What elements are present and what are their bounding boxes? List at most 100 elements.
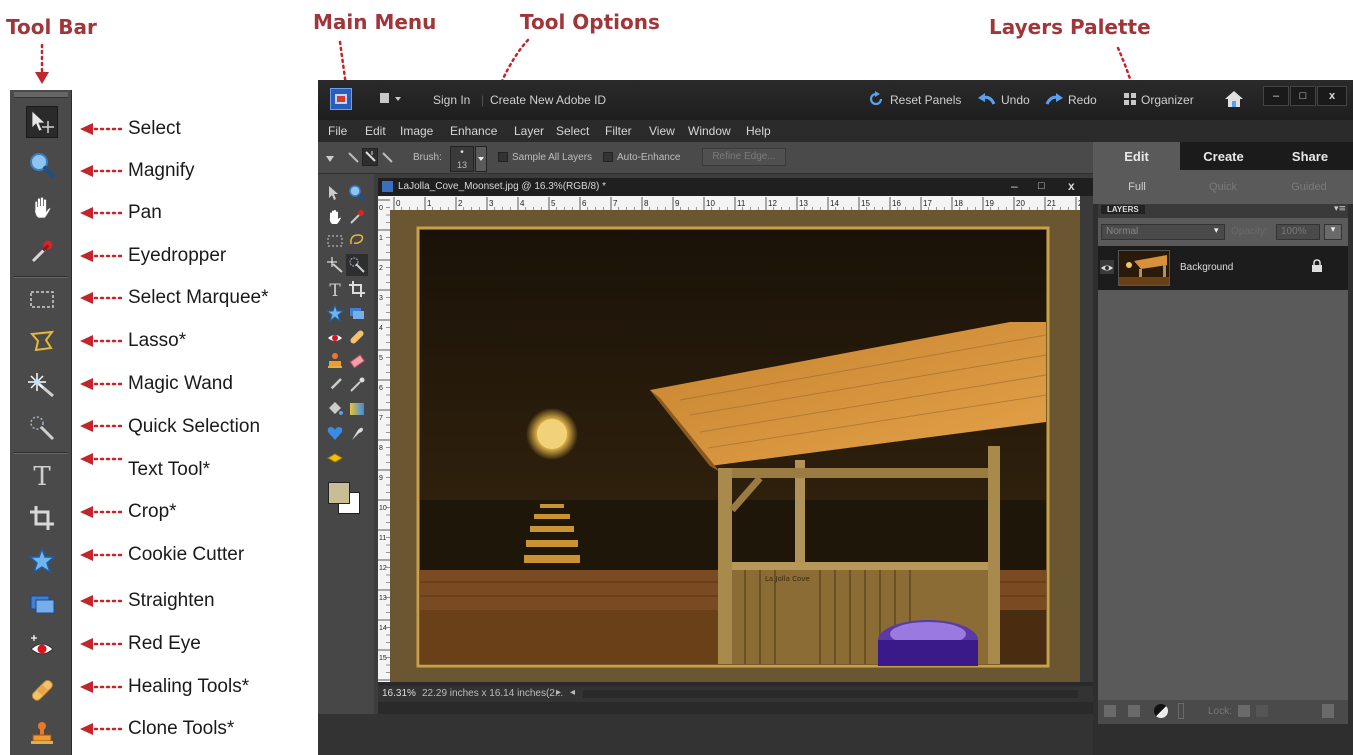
- ruler-label: 19: [985, 199, 994, 208]
- reset-panels-icon[interactable]: [868, 91, 884, 110]
- auto-enhance-checkbox[interactable]: [603, 152, 613, 162]
- pan-hand-icon[interactable]: [324, 206, 346, 228]
- opacity-input[interactable]: 100%: [1276, 224, 1320, 240]
- menu-filter[interactable]: Filter: [605, 124, 632, 138]
- new-selection-icon[interactable]: [346, 150, 360, 164]
- menu-layer[interactable]: Layer: [514, 124, 544, 138]
- zoom-level[interactable]: 16.31%: [382, 688, 416, 699]
- undo-button[interactable]: Undo: [1001, 93, 1030, 107]
- lasso-icon[interactable]: [346, 230, 368, 252]
- minimize-button[interactable]: –: [1263, 86, 1289, 106]
- sign-in-link[interactable]: Sign In: [433, 93, 470, 107]
- menu-window[interactable]: Window: [688, 124, 731, 138]
- tab-edit[interactable]: Edit: [1093, 142, 1180, 170]
- new-group-icon[interactable]: [1128, 705, 1140, 717]
- tool-label-magic-wand: Magic Wand: [128, 373, 233, 394]
- tool-label-text-tool: Text Tool*: [128, 459, 211, 480]
- text-tool-icon[interactable]: T: [324, 278, 346, 300]
- menu-view[interactable]: View: [649, 124, 675, 138]
- home-icon[interactable]: [1224, 90, 1244, 111]
- eyedropper-icon[interactable]: [346, 206, 368, 228]
- close-button[interactable]: x: [1317, 86, 1347, 106]
- doc-minimize-button[interactable]: –: [1011, 179, 1018, 193]
- gradient-icon[interactable]: [346, 398, 368, 420]
- organizer-button[interactable]: Organizer: [1141, 93, 1194, 107]
- ruler-label: 11: [379, 535, 386, 542]
- menu-file[interactable]: File: [328, 124, 347, 138]
- clone-stamp-icon[interactable]: [324, 350, 346, 372]
- sample-all-layers-checkbox[interactable]: [498, 152, 508, 162]
- subtract-selection-icon[interactable]: [380, 150, 394, 164]
- shape-icon[interactable]: [324, 422, 346, 444]
- brush-preview[interactable]: • 13: [450, 146, 474, 172]
- magic-wand-icon[interactable]: [324, 254, 346, 276]
- ruler-label: 14: [379, 625, 387, 632]
- menu-select[interactable]: Select: [556, 124, 589, 138]
- maximize-button[interactable]: □: [1290, 86, 1316, 106]
- magnify-tool-icon[interactable]: [346, 182, 368, 204]
- opacity-dropdown-button[interactable]: ▾: [1324, 224, 1342, 240]
- doc-maximize-button[interactable]: □: [1038, 180, 1045, 192]
- menu-enhance[interactable]: Enhance: [450, 124, 497, 138]
- brush-icon[interactable]: [324, 374, 346, 396]
- marquee-icon[interactable]: [324, 230, 346, 252]
- blend-mode-select[interactable]: Normal ▾: [1101, 224, 1225, 240]
- menu-edit[interactable]: Edit: [365, 124, 386, 138]
- crop-icon[interactable]: [346, 278, 368, 300]
- new-layer-icon[interactable]: [1104, 705, 1116, 717]
- workspace-menu-icon[interactable]: [380, 92, 404, 106]
- paint-bucket-icon[interactable]: [324, 398, 346, 420]
- sponge-icon[interactable]: [324, 446, 346, 468]
- vertical-scrollbar[interactable]: [1080, 196, 1093, 682]
- ruler-label: 13: [379, 595, 387, 602]
- delete-layer-icon[interactable]: [1322, 704, 1334, 718]
- quick-selection-icon[interactable]: [346, 254, 368, 276]
- subtab-quick[interactable]: Quick: [1181, 176, 1265, 198]
- brush-dropdown-button[interactable]: [475, 146, 487, 172]
- reset-panels-button[interactable]: Reset Panels: [890, 93, 961, 107]
- lock-all-icon[interactable]: [1256, 705, 1268, 717]
- foreground-color-swatch[interactable]: [328, 482, 350, 504]
- options-collapse-icon[interactable]: [326, 154, 334, 165]
- blur-icon[interactable]: [346, 422, 368, 444]
- ruler-label: 17: [923, 199, 932, 208]
- lock-transparency-icon[interactable]: [1238, 705, 1250, 717]
- opacity-label: Opacity:: [1231, 226, 1268, 237]
- adjustment-layer-icon[interactable]: [1154, 704, 1168, 718]
- organizer-icon[interactable]: [1123, 92, 1137, 109]
- layer-visibility-icon[interactable]: [1100, 260, 1114, 274]
- tab-create[interactable]: Create: [1180, 142, 1267, 170]
- subtab-full[interactable]: Full: [1095, 176, 1179, 198]
- redo-icon[interactable]: [1045, 93, 1063, 108]
- horizontal-scrollbar[interactable]: [583, 690, 1078, 698]
- status-expand-icon[interactable]: ▸: [556, 687, 561, 698]
- menu-help[interactable]: Help: [746, 124, 771, 138]
- straighten-icon[interactable]: [346, 302, 368, 324]
- panel-menu-icon[interactable]: ▾≡: [1334, 204, 1346, 214]
- cookie-cutter-icon[interactable]: [324, 302, 346, 324]
- healing-icon[interactable]: [346, 326, 368, 348]
- redo-button[interactable]: Redo: [1068, 93, 1097, 107]
- undo-icon[interactable]: [978, 93, 996, 108]
- link-layers-icon[interactable]: [1178, 703, 1184, 719]
- smart-brush-icon[interactable]: [346, 374, 368, 396]
- document-dimensions: 22.29 inches x 16.14 inches(2...: [422, 688, 564, 699]
- eraser-icon[interactable]: [346, 350, 368, 372]
- refine-edge-button[interactable]: Refine Edge...: [702, 148, 786, 166]
- move-tool-icon[interactable]: [324, 182, 346, 204]
- scroll-left-icon[interactable]: ◂: [570, 687, 575, 698]
- image-canvas[interactable]: La Jolla Cove: [390, 210, 1080, 682]
- ruler-label: 12: [768, 199, 777, 208]
- create-adobe-id-link[interactable]: Create New Adobe ID: [490, 93, 606, 107]
- menu-image[interactable]: Image: [400, 124, 433, 138]
- layer-row[interactable]: Background: [1098, 246, 1348, 290]
- app-logo-icon[interactable]: [330, 88, 352, 110]
- tab-share[interactable]: Share: [1267, 142, 1353, 170]
- subtab-guided[interactable]: Guided: [1267, 176, 1351, 198]
- add-selection-icon[interactable]: [362, 148, 378, 166]
- tool-options-bar: Brush: • 13 Sample All Layers Auto-Enhan…: [318, 142, 1093, 174]
- doc-close-button[interactable]: x: [1068, 179, 1075, 193]
- tool-label-cookie-cutter: Cookie Cutter: [128, 544, 245, 565]
- ruler-label: 18: [954, 199, 963, 208]
- red-eye-icon[interactable]: [324, 326, 346, 348]
